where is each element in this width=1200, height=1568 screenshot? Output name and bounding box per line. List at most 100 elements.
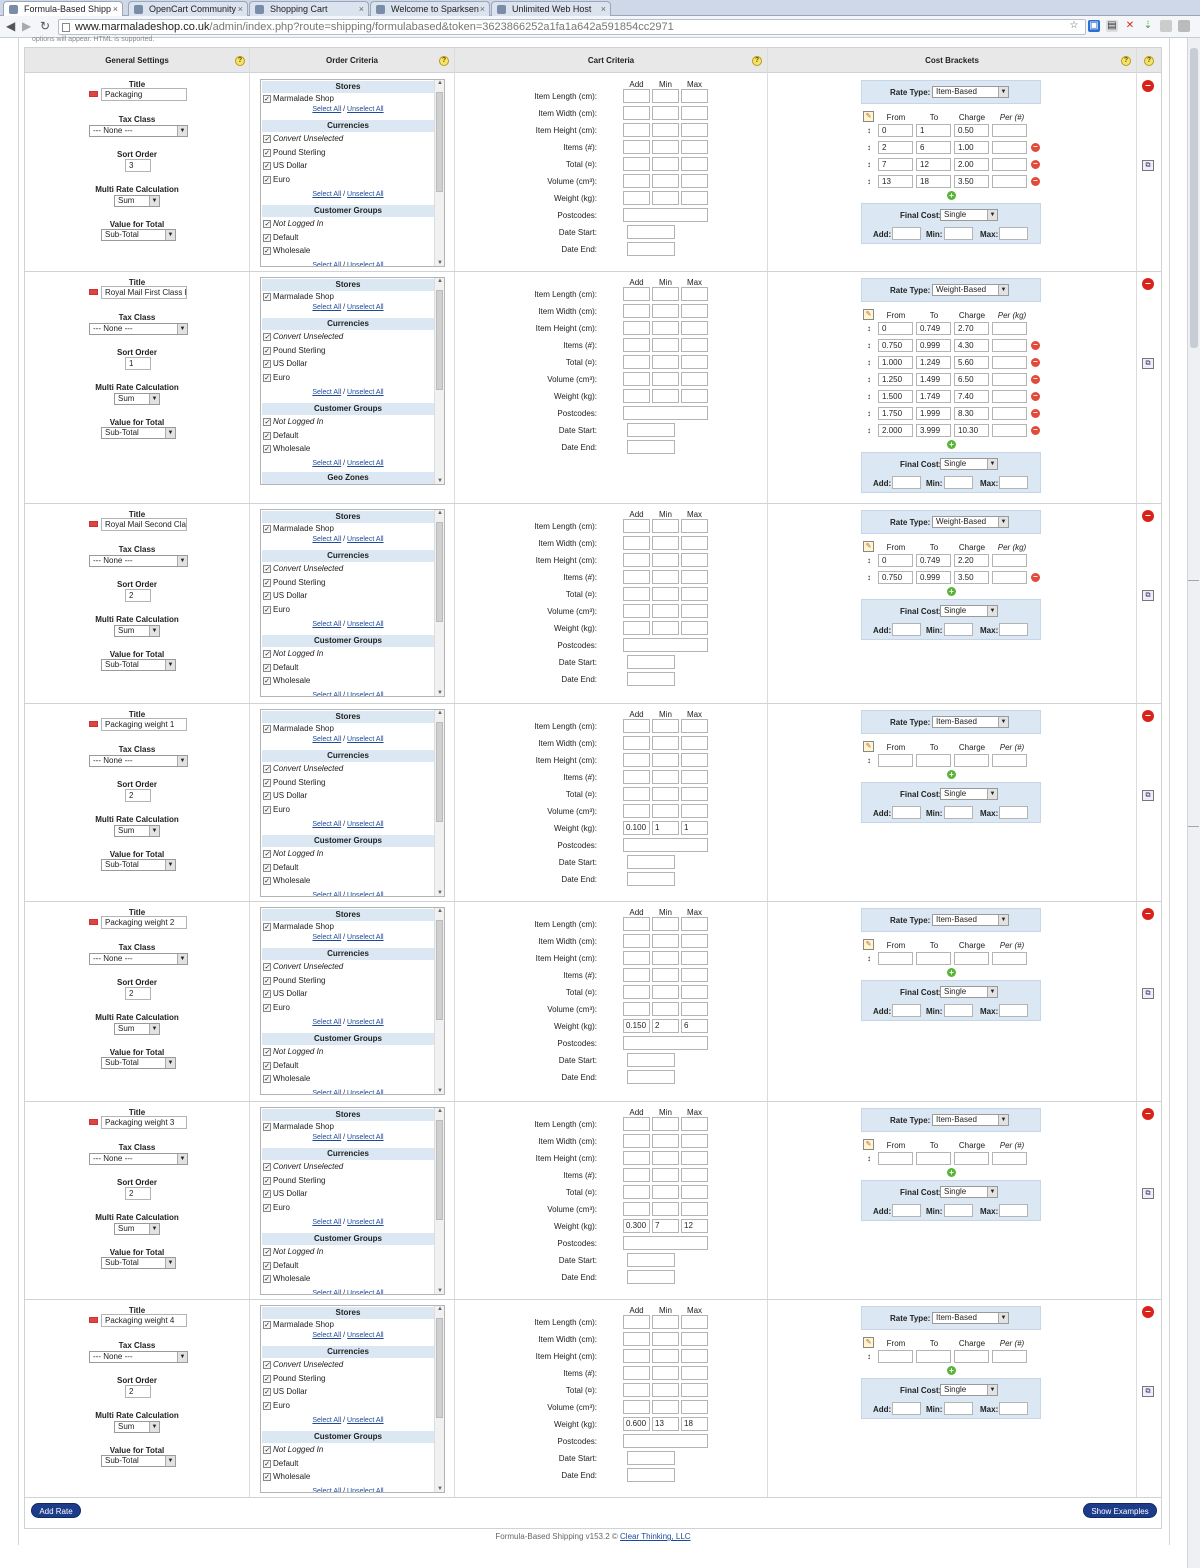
title-input[interactable]: Packaging weight 1 (101, 718, 187, 731)
edit-pencil-icon[interactable]: ✎ (863, 1139, 874, 1150)
checkbox-checked-icon[interactable]: ✓ (263, 417, 271, 426)
multi-rate-select[interactable]: Sum ▼ (114, 1223, 160, 1235)
criteria-input[interactable] (623, 355, 650, 369)
bracket-to-input[interactable]: 0.749 (916, 554, 951, 567)
checkbox-checked-icon[interactable]: ✓ (263, 346, 271, 355)
criteria-input[interactable] (681, 1202, 708, 1216)
select-all-link[interactable]: Select All (312, 621, 341, 628)
criteria-input[interactable]: 12 (681, 1219, 708, 1233)
bracket-from-input[interactable]: 0.750 (878, 571, 913, 584)
criteria-input[interactable] (681, 123, 708, 137)
store-checkbox[interactable]: ✓ Marmalade Shop (263, 94, 334, 104)
criteria-input[interactable] (652, 191, 679, 205)
checkbox-checked-icon[interactable]: ✓ (263, 1075, 271, 1084)
tax-class-select[interactable]: --- None --- ▼ (89, 953, 188, 965)
checkbox-checked-icon[interactable]: ✓ (263, 162, 271, 171)
criteria-input[interactable] (681, 519, 708, 533)
checkbox-checked-icon[interactable]: ✓ (263, 592, 271, 601)
multi-rate-select[interactable]: Sum ▼ (114, 1421, 160, 1433)
browser-tab[interactable]: Shopping Cart × (249, 1, 369, 16)
criteria-input[interactable]: 0.300 (623, 1219, 650, 1233)
criteria-input[interactable] (623, 536, 650, 550)
currency-checkbox[interactable]: ✓ Pound Sterling (263, 578, 325, 588)
order-criteria-list[interactable]: ▲ ▼ Stores ✓ Marmalade Shop Select All / Unse… (260, 1107, 445, 1295)
copy-rate-icon[interactable]: ⧉ (1142, 988, 1154, 999)
criteria-input[interactable] (652, 519, 679, 533)
criteria-input[interactable] (652, 338, 679, 352)
customer-group-checkbox[interactable]: ✓ Wholesale (263, 676, 310, 686)
criteria-input[interactable] (652, 604, 679, 618)
criteria-input[interactable] (681, 934, 708, 948)
value-total-select[interactable]: Sub-Total ▼ (101, 229, 176, 241)
add-bracket-icon[interactable]: + (947, 968, 956, 977)
rate-type-select[interactable]: Weight-Based ▼ (932, 284, 1009, 296)
bracket-to-input[interactable]: 0.999 (916, 571, 951, 584)
checkbox-checked-icon[interactable]: ✓ (263, 578, 271, 587)
help-icon[interactable]: ? (235, 56, 245, 66)
criteria-input[interactable] (681, 1185, 708, 1199)
criteria-input[interactable] (681, 106, 708, 120)
bracket-from-input[interactable] (878, 1152, 913, 1165)
select-all-link[interactable]: Select All (312, 1090, 341, 1094)
bracket-charge-input[interactable]: 2.00 (954, 158, 989, 171)
criteria-input[interactable] (681, 1002, 708, 1016)
criteria-input[interactable] (623, 1366, 650, 1380)
extension-icon[interactable]: ⇣ (1142, 20, 1154, 32)
criteria-input[interactable] (681, 321, 708, 335)
order-criteria-list[interactable]: ▲ ▼ Stores ✓ Marmalade Shop Select All / Unse… (260, 1305, 445, 1493)
drag-handle-icon[interactable]: ↕ (865, 1352, 873, 1361)
checkbox-checked-icon[interactable]: ✓ (263, 1204, 271, 1213)
customer-group-checkbox[interactable]: ✓ Not Logged In (263, 849, 323, 859)
add-rate-button[interactable]: Add Rate (31, 1503, 81, 1518)
unselect-all-link[interactable]: Unselect All (347, 1290, 384, 1294)
criteria-input[interactable] (623, 719, 650, 733)
criteria-input[interactable] (652, 1002, 679, 1016)
show-examples-button[interactable]: Show Examples (1083, 1503, 1157, 1518)
customer-group-checkbox[interactable]: ✓ Default (263, 1061, 298, 1071)
list-scrollbar[interactable]: ▲ ▼ (434, 1306, 444, 1492)
criteria-input[interactable] (681, 1332, 708, 1346)
criteria-input[interactable] (681, 587, 708, 601)
final-max-input[interactable] (999, 476, 1028, 489)
close-tab-icon[interactable]: × (480, 2, 485, 16)
multi-rate-select[interactable]: Sum ▼ (114, 393, 160, 405)
order-criteria-list[interactable]: ▲ ▼ Stores ✓ Marmalade Shop Select All / Unse… (260, 907, 445, 1095)
select-all-link[interactable]: Select All (312, 1290, 341, 1294)
currency-checkbox[interactable]: ✓ Euro (263, 373, 290, 383)
title-input[interactable]: Packaging weight 2 (101, 916, 187, 929)
criteria-input[interactable] (623, 389, 650, 403)
currency-checkbox[interactable]: ✓ Convert Unselected (263, 564, 343, 574)
customer-group-checkbox[interactable]: ✓ Not Logged In (263, 1047, 323, 1057)
sort-order-input[interactable]: 2 (125, 589, 151, 602)
reload-icon[interactable]: ↻ (40, 19, 50, 33)
criteria-input[interactable] (652, 1400, 679, 1414)
delete-rate-icon[interactable]: – (1142, 510, 1154, 522)
checkbox-checked-icon[interactable]: ✓ (263, 663, 271, 672)
criteria-input[interactable] (681, 1400, 708, 1414)
currency-checkbox[interactable]: ✓ US Dollar (263, 359, 307, 369)
unselect-all-link[interactable]: Unselect All (347, 621, 384, 628)
scrollbar-thumb[interactable] (436, 290, 443, 390)
criteria-input[interactable] (652, 140, 679, 154)
criteria-input[interactable] (623, 1117, 650, 1131)
criteria-input[interactable] (652, 621, 679, 635)
customer-group-checkbox[interactable]: ✓ Not Logged In (263, 219, 323, 229)
unselect-all-link[interactable]: Unselect All (347, 1332, 384, 1339)
tax-class-select[interactable]: --- None --- ▼ (89, 755, 188, 767)
criteria-input[interactable] (681, 304, 708, 318)
criteria-input[interactable] (652, 123, 679, 137)
currency-checkbox[interactable]: ✓ Pound Sterling (263, 346, 325, 356)
add-bracket-icon[interactable]: + (947, 1366, 956, 1375)
checkbox-checked-icon[interactable]: ✓ (263, 1163, 271, 1171)
date-input[interactable] (627, 1053, 675, 1067)
postcodes-input[interactable] (623, 1434, 708, 1448)
drag-handle-icon[interactable]: ↕ (865, 409, 873, 418)
currency-checkbox[interactable]: ✓ US Dollar (263, 791, 307, 801)
criteria-input[interactable] (681, 753, 708, 767)
final-cost-select[interactable]: Single ▼ (940, 1384, 998, 1396)
unselect-all-link[interactable]: Unselect All (347, 389, 384, 396)
criteria-input[interactable] (623, 287, 650, 301)
scrollbar-thumb[interactable] (436, 722, 443, 822)
checkbox-checked-icon[interactable]: ✓ (263, 1247, 271, 1256)
bracket-to-input[interactable]: 1.999 (916, 407, 951, 420)
